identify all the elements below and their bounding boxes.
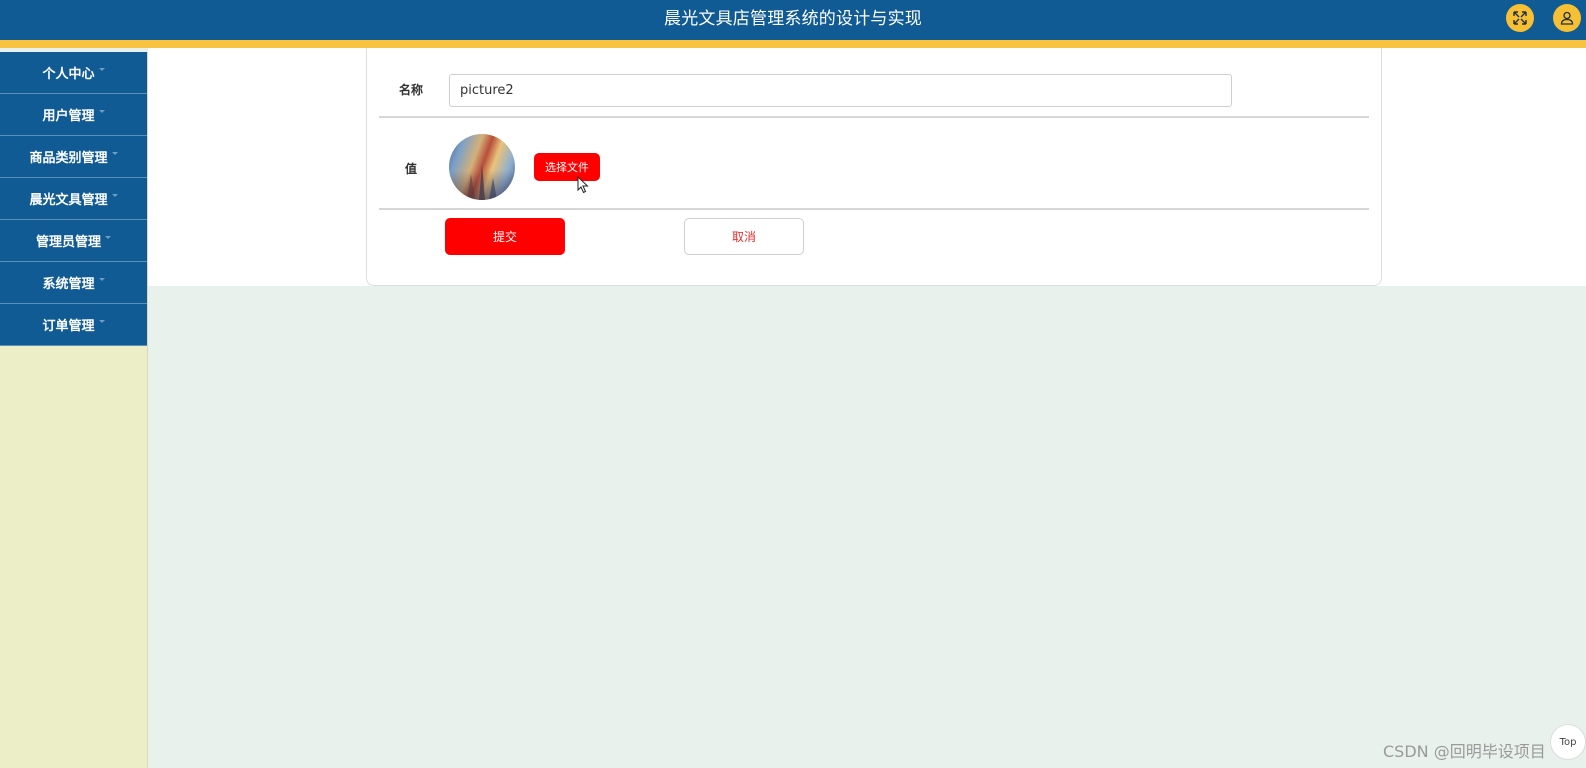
sidebar-item-user-management[interactable]: 用户管理 <box>0 94 147 136</box>
thumbnail-artwork <box>467 164 497 200</box>
header-accent-stripe <box>0 40 1586 48</box>
sidebar-item-label: 管理员管理 <box>35 235 101 250</box>
cancel-button[interactable]: 取消 <box>684 218 804 255</box>
uploaded-image-thumbnail <box>449 134 515 200</box>
fullscreen-button[interactable] <box>1506 4 1534 32</box>
sidebar-item-personal-center[interactable]: 个人中心 <box>0 52 147 94</box>
value-label: 值 <box>404 162 417 176</box>
caret-down-icon <box>98 320 105 323</box>
name-label: 名称 <box>398 83 423 97</box>
sidebar-item-label: 系统管理 <box>42 277 95 292</box>
sidebar-item-stationery-management[interactable]: 晨光文具管理 <box>0 178 147 220</box>
caret-down-icon <box>111 194 118 197</box>
sidebar-item-label: 个人中心 <box>42 67 95 82</box>
sidebar-item-order-management[interactable]: 订单管理 <box>0 304 147 346</box>
caret-down-icon <box>98 278 105 281</box>
name-input[interactable] <box>449 74 1232 107</box>
caret-down-icon <box>105 236 111 239</box>
caret-down-icon <box>98 68 105 71</box>
caret-down-icon <box>98 110 105 113</box>
form-row-actions: 提交 取消 <box>379 210 1369 270</box>
edit-form-card: 名称 值 选择文件 提交 取消 <box>366 48 1382 286</box>
sidebar-item-admin-management[interactable]: 管理员管理 <box>0 220 147 262</box>
top-header-bar: 晨光文具店管理系统的设计与实现 <box>0 0 1586 40</box>
submit-button[interactable]: 提交 <box>445 218 565 255</box>
user-avatar-button[interactable] <box>1553 4 1581 32</box>
caret-down-icon <box>111 152 118 155</box>
sidebar-item-label: 订单管理 <box>42 319 95 334</box>
sidebar-item-label: 用户管理 <box>42 109 95 124</box>
form-row-value: 值 选择文件 <box>379 118 1369 210</box>
page-title: 晨光文具店管理系统的设计与实现 <box>664 9 922 29</box>
back-to-top-button[interactable]: Top <box>1550 724 1586 760</box>
fullscreen-expand-icon <box>1513 11 1527 25</box>
sidebar-menu: 个人中心 用户管理 商品类别管理 晨光文具管理 管理员管理 系统管理 订单管理 <box>0 52 148 768</box>
user-icon <box>1560 11 1574 25</box>
sidebar-item-label: 晨光文具管理 <box>29 193 108 208</box>
sidebar-item-category-management[interactable]: 商品类别管理 <box>0 136 147 178</box>
form-row-name: 名称 <box>379 48 1369 118</box>
sidebar-item-system-management[interactable]: 系统管理 <box>0 262 147 304</box>
csdn-watermark: CSDN @回明毕设项目 <box>1383 742 1546 761</box>
mouse-cursor-icon <box>577 176 589 194</box>
sidebar-item-label: 商品类别管理 <box>29 151 108 166</box>
